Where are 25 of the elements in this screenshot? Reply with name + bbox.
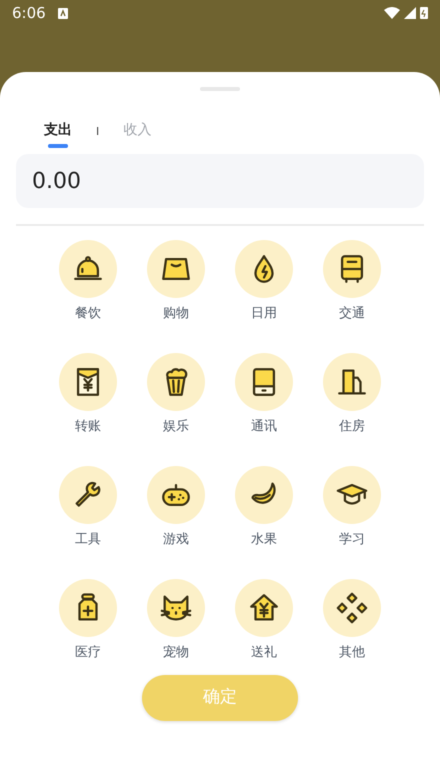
- battery-icon: [420, 6, 428, 19]
- category-item[interactable]: 餐饮: [44, 240, 132, 322]
- category-item[interactable]: 住房: [308, 353, 396, 435]
- category-item[interactable]: 水果: [220, 466, 308, 548]
- category-item[interactable]: 日用: [220, 240, 308, 322]
- wifi-icon: [384, 6, 400, 18]
- tab-separator: I: [96, 124, 100, 140]
- category-item[interactable]: 购物: [132, 240, 220, 322]
- category-item[interactable]: 医疗: [44, 579, 132, 661]
- notification-icon: [58, 8, 68, 19]
- category-item[interactable]: 交通: [308, 240, 396, 322]
- category-item[interactable]: 游戏: [132, 466, 220, 548]
- amount-field[interactable]: 0.00: [16, 154, 424, 208]
- clock-time: 6:06: [12, 3, 46, 24]
- category-item[interactable]: 通讯: [220, 353, 308, 435]
- category-item[interactable]: 送礼: [220, 579, 308, 661]
- category-item[interactable]: 工具: [44, 466, 132, 548]
- category-item[interactable]: 转账: [44, 353, 132, 435]
- category-item[interactable]: 其他: [308, 579, 396, 661]
- category-item[interactable]: 娱乐: [132, 353, 220, 435]
- category-item[interactable]: 宠物: [132, 579, 220, 661]
- category-item[interactable]: 学习: [308, 466, 396, 548]
- tab[interactable]: 支出: [44, 120, 72, 144]
- signal-icon: [404, 6, 416, 18]
- diamonds-icon: [335, 591, 369, 625]
